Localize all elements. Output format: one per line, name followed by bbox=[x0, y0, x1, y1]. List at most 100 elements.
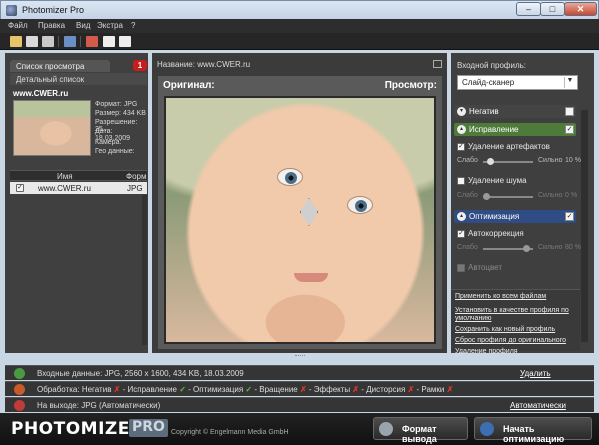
expand-icon[interactable] bbox=[433, 60, 442, 68]
file-count-badge: 1 bbox=[133, 60, 147, 71]
profile-links: Применить ко всем файлам Установить в ка… bbox=[451, 289, 580, 355]
option-autocolor[interactable]: Автоцвет bbox=[457, 263, 502, 272]
remove-artifacts-checkbox[interactable]: ✓ bbox=[457, 143, 465, 151]
file-name-label: Название: www.CWER.ru bbox=[157, 60, 251, 69]
column-name[interactable]: Имя bbox=[57, 172, 73, 181]
app-logo: PHOTOMIZER bbox=[11, 419, 144, 439]
settings-panel: Входной профиль: Слайд-сканер ▼ ▾ Негати… bbox=[451, 53, 594, 355]
list-scrollbar[interactable] bbox=[142, 195, 147, 345]
menu-extra[interactable]: Экстра bbox=[97, 21, 123, 30]
input-profile-select[interactable]: Слайд-сканер ▼ bbox=[457, 75, 578, 90]
set-default-profile-link-cont[interactable]: умолчанию bbox=[455, 315, 491, 322]
slider-knob[interactable] bbox=[523, 245, 530, 252]
open-folder-icon[interactable] bbox=[10, 36, 22, 47]
menu-edit[interactable]: Правка bbox=[38, 21, 65, 30]
artifacts-slider[interactable]: Слабо Сильно 10 % bbox=[457, 157, 581, 167]
preview-label: Просмотр: bbox=[384, 80, 437, 91]
autocorrection-slider[interactable]: Слабо Сильно 80 % bbox=[457, 244, 581, 254]
section-optimization[interactable]: ▴ Оптимизация ✓ bbox=[454, 210, 576, 223]
save-new-profile-link[interactable]: Сохранить как новый профиль bbox=[455, 326, 555, 333]
remove-noise-checkbox[interactable] bbox=[457, 177, 465, 185]
section-correction-checkbox[interactable]: ✓ bbox=[565, 125, 574, 134]
photo-eye-right bbox=[347, 196, 373, 214]
autocolor-checkbox[interactable] bbox=[457, 264, 465, 272]
toolbar-separator bbox=[80, 36, 81, 47]
slider-track[interactable] bbox=[483, 196, 533, 198]
minimize-button[interactable]: – bbox=[516, 2, 541, 16]
add-files-icon[interactable] bbox=[26, 36, 38, 47]
app-icon bbox=[6, 5, 17, 16]
section-correction[interactable]: ▴ Исправление ✓ bbox=[454, 123, 576, 136]
close-button[interactable]: ✕ bbox=[564, 2, 597, 16]
collapse-icon[interactable]: ▴ bbox=[457, 212, 466, 221]
menu-bar: Файл Правка Вид Экстра ? bbox=[0, 19, 599, 33]
menu-file[interactable]: Файл bbox=[8, 21, 28, 30]
toolbar-separator bbox=[58, 36, 59, 47]
menu-view[interactable]: Вид bbox=[76, 21, 90, 30]
option-remove-artifacts[interactable]: ✓ Удаление артефактов bbox=[457, 142, 550, 151]
slider-knob[interactable] bbox=[483, 193, 490, 200]
window-title: Photomizer Pro bbox=[22, 5, 85, 15]
processing-info: Обработка: Негатив ✗ - Исправление ✓ - О… bbox=[37, 385, 453, 394]
processing-step: - Вращение ✗ bbox=[252, 385, 307, 394]
view-split-icon[interactable] bbox=[119, 36, 131, 47]
original-label: Оригинал: bbox=[163, 80, 215, 91]
autocorrection-checkbox[interactable]: ✓ bbox=[457, 230, 465, 238]
apply-all-link[interactable]: Применить ко всем файлам bbox=[455, 293, 546, 300]
save-icon[interactable] bbox=[64, 36, 76, 47]
row-checkbox[interactable]: ✓ bbox=[16, 184, 24, 192]
remove-link[interactable]: Удалить bbox=[520, 369, 551, 378]
output-info: На выходе: JPG (Автоматически) bbox=[37, 401, 161, 410]
autocorrection-label: Автокоррекция bbox=[468, 229, 524, 238]
settings-scrollbar[interactable] bbox=[581, 110, 588, 342]
input-info: Входные данные: JPG, 2560 x 1600, 434 KB… bbox=[37, 369, 244, 378]
menu-help[interactable]: ? bbox=[131, 21, 135, 30]
remove-artifacts-label: Удаление артефактов bbox=[468, 142, 550, 151]
processing-step: - Оптимизация ✓ bbox=[185, 385, 253, 394]
remove-files-icon[interactable] bbox=[42, 36, 54, 47]
set-default-profile-link[interactable]: Установить в качестве профиля по bbox=[455, 307, 569, 314]
cross-icon: ✗ bbox=[446, 385, 454, 394]
delete-profile-link[interactable]: Удаление профиля bbox=[455, 348, 518, 355]
slider-high-label: Сильно bbox=[538, 244, 563, 251]
output-format-label: Формат вывода bbox=[402, 424, 437, 444]
input-icon bbox=[14, 368, 25, 379]
row-name: www.CWER.ru bbox=[38, 184, 91, 193]
section-optimization-label: Оптимизация bbox=[469, 212, 520, 221]
preview-photo[interactable]: ⌕ ⌕ bbox=[164, 96, 436, 344]
section-correction-label: Исправление bbox=[469, 125, 519, 134]
tab-preview-list[interactable]: Список просмотра bbox=[10, 60, 110, 72]
output-format-link[interactable]: Автоматически bbox=[510, 401, 566, 410]
thumbnail-image[interactable] bbox=[13, 100, 91, 156]
slider-high-label: Сильно bbox=[538, 192, 563, 199]
splitter-grip[interactable] bbox=[295, 355, 305, 358]
option-remove-noise[interactable]: Удаление шума bbox=[457, 176, 527, 185]
section-negative-checkbox[interactable] bbox=[565, 107, 574, 116]
expand-icon[interactable]: ▾ bbox=[457, 107, 466, 116]
preview-list-panel: Список просмотра 1 Детальный список www.… bbox=[5, 53, 148, 353]
column-format[interactable]: Форм bbox=[126, 172, 146, 181]
collapse-icon[interactable]: ▴ bbox=[457, 125, 466, 134]
view-single-icon[interactable] bbox=[103, 36, 115, 47]
app-logo-pro: PRO bbox=[129, 419, 168, 437]
maximize-button[interactable]: □ bbox=[540, 2, 565, 16]
slider-knob[interactable] bbox=[487, 158, 494, 165]
file-table-header: Имя Форм bbox=[10, 170, 147, 181]
reset-profile-link[interactable]: Сброс профиля до оригинального bbox=[455, 337, 566, 344]
title-bar: Photomizer Pro – □ ✕ bbox=[0, 0, 599, 19]
section-negative[interactable]: ▾ Негатив bbox=[454, 105, 576, 118]
start-optimization-button[interactable]: Начать оптимизацию bbox=[474, 417, 592, 444]
section-optimization-checkbox[interactable]: ✓ bbox=[565, 212, 574, 221]
chevron-down-icon[interactable]: ▼ bbox=[564, 77, 575, 88]
autocolor-label: Автоцвет bbox=[468, 263, 503, 272]
tab-detail-list[interactable]: Детальный список bbox=[10, 73, 147, 85]
settings-icon[interactable] bbox=[86, 36, 98, 47]
table-row[interactable]: ✓ www.CWER.ru JPG bbox=[10, 182, 147, 194]
noise-slider[interactable]: Слабо Сильно 0 % bbox=[457, 192, 581, 202]
compare-split-handle[interactable] bbox=[300, 198, 318, 226]
option-autocorrection[interactable]: ✓ Автокоррекция bbox=[457, 229, 524, 238]
meta-format: Формат: JPG bbox=[95, 101, 138, 108]
slider-low-label: Слабо bbox=[457, 157, 478, 164]
row-format: JPG bbox=[127, 184, 143, 193]
output-format-button[interactable]: Формат вывода bbox=[373, 417, 468, 444]
